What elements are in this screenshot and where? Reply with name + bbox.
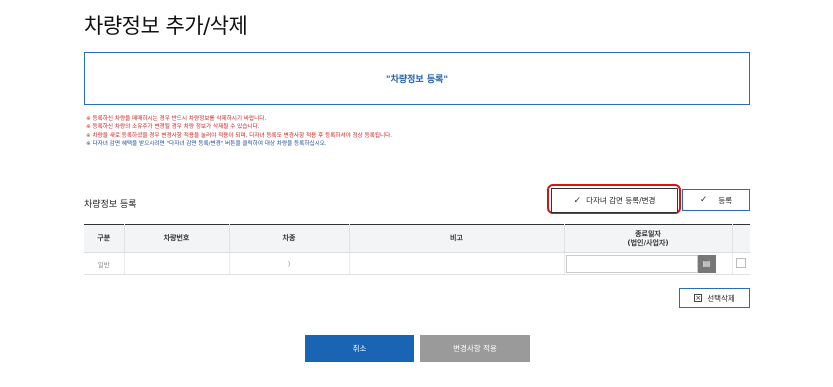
- multi-child-discount-button[interactable]: ✓ 다자녀 감면 등록/변경: [551, 188, 678, 213]
- notice-list: ※ 등록하신 차량을 매매하시는 경우 반드시 차량정보를 삭제하시기 바랍니다…: [86, 115, 766, 148]
- check-icon: ✓: [699, 195, 708, 205]
- cell-select: [732, 252, 750, 275]
- end-date-input[interactable]: [565, 254, 698, 273]
- info-box: "차량정보 등록": [84, 52, 750, 105]
- info-box-text: "차량정보 등록": [385, 75, 449, 85]
- apply-changes-button[interactable]: 변경사항 적용: [420, 335, 530, 362]
- vehicle-table: 구분 차량번호 차종 비고 종료일자 (법인/사업자) 일반 ) ▤: [84, 224, 750, 275]
- cell-note: [349, 252, 565, 275]
- header-end-date: 종료일자 (법인/사업자): [564, 224, 733, 253]
- delete-selected-button[interactable]: × 선택삭제: [679, 288, 750, 308]
- page-title: 차량정보 추가/삭제: [84, 14, 248, 38]
- notice-item: ※ 등록하신 차량의 소유주가 변경될 경우 차량 정보가 삭제될 수 있습니다…: [86, 124, 260, 131]
- cell-type: 일반: [84, 252, 125, 275]
- end-date-picker: ▤: [565, 254, 716, 273]
- header-type: 구분: [84, 224, 125, 253]
- cancel-button[interactable]: 취소: [305, 335, 414, 362]
- header-end-date-line2: (법인/사업자): [627, 238, 669, 247]
- x-box-icon: ×: [694, 294, 703, 302]
- header-model: 차종: [229, 224, 350, 253]
- cell-model: ): [229, 252, 350, 275]
- register-button[interactable]: ✓ 등록: [682, 189, 750, 211]
- section-title: 차량정보 등록: [84, 200, 137, 210]
- notice-item: ※ 등록하신 차량을 매매하시는 경우 반드시 차량정보를 삭제하시기 바랍니다…: [86, 116, 267, 122]
- cell-end-date: ▤: [564, 252, 733, 275]
- header-end-date-line1: 종료일자: [635, 229, 661, 238]
- header-note: 비고: [349, 224, 565, 253]
- header-select: [732, 224, 750, 253]
- notice-item: ※ 차량을 새로 등록하셨을 경우 변경사항 적용을 눌러야 적용이 되며, 다…: [86, 132, 393, 139]
- check-icon: ✓: [573, 195, 582, 206]
- delete-selected-label: 선택삭제: [707, 293, 735, 303]
- calendar-icon[interactable]: ▤: [697, 254, 716, 273]
- register-label: 등록: [718, 195, 733, 205]
- notice-item: ※ 다자녀 감면 혜택을 받으시려면 "다자녀 감면 등록/변경" 버튼을 클릭…: [86, 140, 327, 147]
- row-checkbox[interactable]: [736, 257, 747, 268]
- table-header-row: 구분 차량번호 차종 비고 종료일자 (법인/사업자): [84, 224, 750, 253]
- table-row: 일반 ) ▤: [84, 252, 750, 275]
- multi-child-discount-label: 다자녀 감면 등록/변경: [586, 196, 656, 205]
- header-plate: 차량번호: [124, 224, 230, 253]
- cell-plate: [124, 252, 230, 275]
